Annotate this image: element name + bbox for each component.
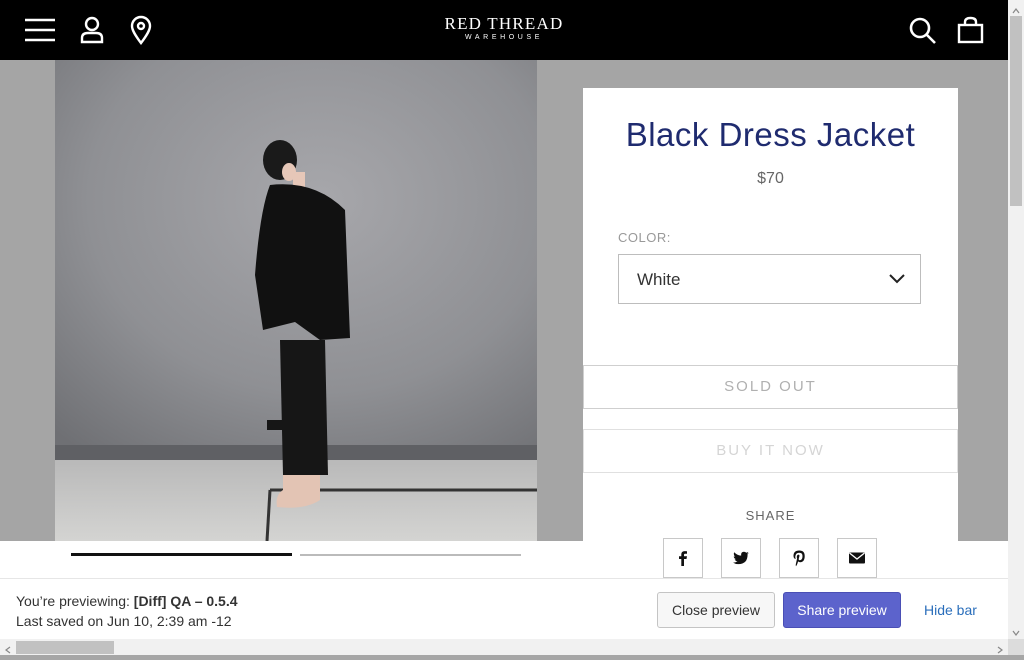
theme-preview-bar: You’re previewing: [Diff] QA – 0.5.4 Las… xyxy=(0,578,1008,640)
product-image[interactable] xyxy=(55,60,537,541)
menu-icon[interactable] xyxy=(24,14,56,46)
preview-prefix: You’re previewing: xyxy=(16,593,130,609)
share-facebook-button[interactable] xyxy=(663,538,703,578)
scroll-down-arrow-icon[interactable] xyxy=(1011,625,1021,636)
account-icon[interactable] xyxy=(78,14,110,46)
product-price: $70 xyxy=(757,170,784,187)
share-label: SHARE xyxy=(745,508,796,523)
scroll-up-arrow-icon[interactable] xyxy=(1011,3,1021,14)
share-pinterest-button[interactable] xyxy=(779,538,819,578)
cart-icon[interactable] xyxy=(955,14,987,46)
gallery-slide-1-indicator[interactable] xyxy=(71,553,292,556)
location-icon[interactable] xyxy=(126,14,158,46)
scrollbar-corner xyxy=(1008,639,1024,655)
preview-theme-name: [Diff] QA – 0.5.4 xyxy=(133,593,238,609)
hide-bar-link[interactable]: Hide bar xyxy=(924,602,977,618)
horizontal-scrollbar[interactable] xyxy=(0,639,1024,655)
site-header: RED THREAD WAREHOUSE xyxy=(0,0,1008,60)
preview-last-saved: Last saved on Jun 10, 2:39 am -12 xyxy=(16,613,232,629)
chevron-down-icon xyxy=(888,272,906,286)
buy-it-now-button[interactable]: BUY IT NOW xyxy=(583,429,958,473)
sold-out-button[interactable]: SOLD OUT xyxy=(583,365,958,409)
color-select-value: White xyxy=(637,270,681,289)
brand-name: RED THREAD xyxy=(444,14,564,33)
color-label: COLOR: xyxy=(618,230,671,245)
share-preview-button[interactable]: Share preview xyxy=(783,592,901,628)
preview-status: You’re previewing: [Diff] QA – 0.5.4 xyxy=(16,593,238,609)
brand-logo[interactable]: RED THREAD WAREHOUSE xyxy=(404,15,604,43)
scroll-left-arrow-icon[interactable] xyxy=(3,642,13,654)
color-select[interactable]: White xyxy=(618,254,921,304)
scroll-right-arrow-icon[interactable] xyxy=(995,642,1005,654)
vertical-scrollbar-thumb[interactable] xyxy=(1010,16,1022,206)
search-icon[interactable] xyxy=(906,14,938,46)
close-preview-button[interactable]: Close preview xyxy=(657,592,775,628)
product-title: Black Dress Jacket xyxy=(625,116,916,153)
share-email-button[interactable] xyxy=(837,538,877,578)
share-twitter-button[interactable] xyxy=(721,538,761,578)
brand-subtitle: WAREHOUSE xyxy=(464,34,544,41)
gallery-slide-2-indicator[interactable] xyxy=(300,554,521,556)
horizontal-scrollbar-thumb[interactable] xyxy=(16,641,114,654)
product-info-card: Black Dress Jacket $70 COLOR: White SOLD… xyxy=(583,88,958,579)
